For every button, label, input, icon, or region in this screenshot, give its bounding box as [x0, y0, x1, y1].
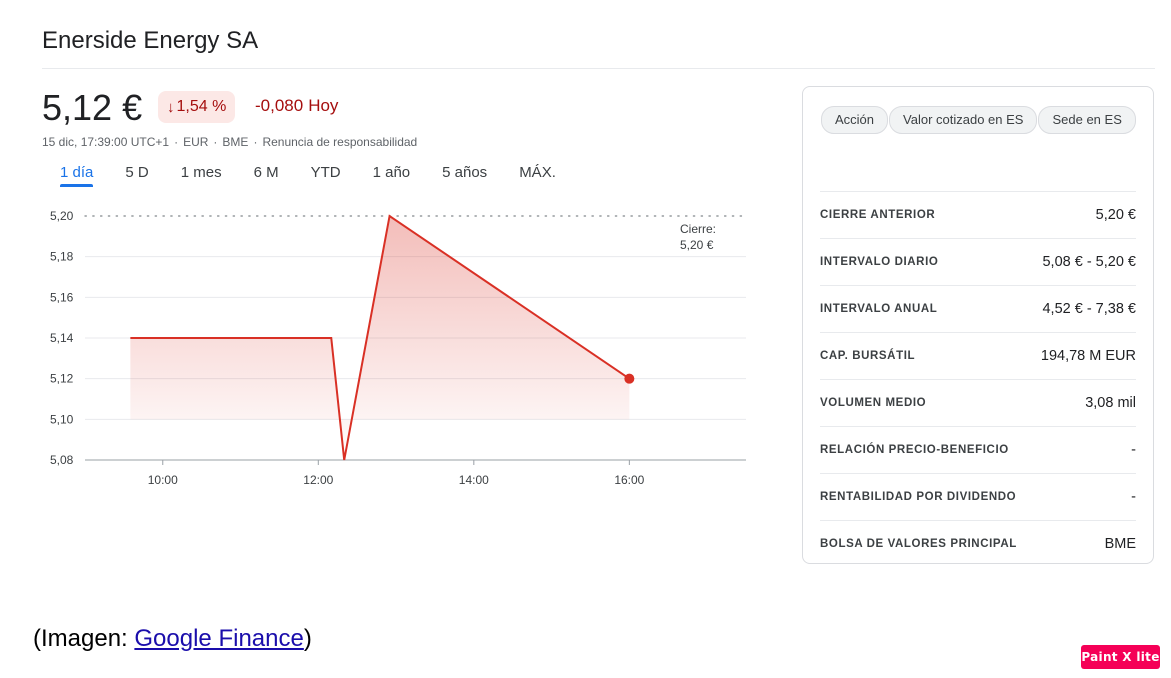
- stat-row: BOLSA DE VALORES PRINCIPAL BME: [820, 520, 1136, 567]
- stat-label: CAP. BURSÁTIL: [820, 350, 916, 362]
- category-chips: Acción Valor cotizado en ES Sede en ES: [821, 106, 1141, 144]
- x-tick-label: 10:00: [148, 473, 178, 487]
- disclaimer-link[interactable]: Renuncia de responsabilidad: [262, 135, 417, 149]
- stat-label: RENTABILIDAD POR DIVIDENDO: [820, 491, 1017, 503]
- stat-row: INTERVALO DIARIO 5,08 € - 5,20 €: [820, 238, 1136, 285]
- stat-label: RELACIÓN PRECIO-BENEFICIO: [820, 444, 1009, 456]
- y-tick-label: 5,18: [50, 250, 74, 264]
- range-tab[interactable]: MÁX.: [519, 162, 556, 187]
- stat-value: -: [1131, 489, 1136, 505]
- arrow-down-icon: ↓: [167, 98, 175, 116]
- stat-row: RELACIÓN PRECIO-BENEFICIO -: [820, 426, 1136, 473]
- stat-row: INTERVALO ANUAL 4,52 € - 7,38 €: [820, 285, 1136, 332]
- quote-timestamp: 15 dic, 17:39:00 UTC+1: [42, 135, 170, 149]
- stat-row: VOLUMEN MEDIO 3,08 mil: [820, 379, 1136, 426]
- range-tab[interactable]: 5 años: [442, 162, 487, 187]
- range-tab[interactable]: 5 D: [125, 162, 148, 187]
- change-value: -0,080: [255, 96, 304, 115]
- x-tick-label: 12:00: [303, 473, 333, 487]
- range-tab[interactable]: 1 mes: [181, 162, 222, 187]
- previous-close-label: Cierre:: [680, 222, 716, 236]
- stat-row: RENTABILIDAD POR DIVIDENDO -: [820, 473, 1136, 520]
- y-tick-label: 5,14: [50, 331, 74, 345]
- stat-value: 5,20 €: [1095, 207, 1136, 223]
- category-chip[interactable]: Sede en ES: [1038, 106, 1136, 134]
- category-chip[interactable]: Acción: [821, 106, 889, 134]
- y-tick-label: 5,20: [50, 209, 74, 223]
- price-chart: 5,20 5,18 5,16 5,14 5,12 5,10 5,08 Cierre: 5,20 …: [50, 209, 747, 487]
- stat-label: BOLSA DE VALORES PRINCIPAL: [820, 538, 1017, 550]
- y-tick-label: 5,10: [50, 412, 74, 426]
- range-tab[interactable]: 1 año: [373, 162, 411, 187]
- stat-row: CIERRE ANTERIOR 5,20 €: [820, 191, 1136, 238]
- stat-label: INTERVALO ANUAL: [820, 303, 938, 315]
- category-chip[interactable]: Valor cotizado en ES: [889, 106, 1038, 134]
- stat-value: 4,52 € - 7,38 €: [1042, 301, 1136, 317]
- image-caption: (Imagen: Google Finance): [33, 625, 312, 652]
- change-percent: 1,54 %: [176, 98, 227, 115]
- stat-label: INTERVALO DIARIO: [820, 256, 939, 268]
- source-link[interactable]: Google Finance: [134, 625, 303, 652]
- quote-exchange: BME: [222, 135, 249, 149]
- stat-value: BME: [1104, 536, 1136, 552]
- stat-label: CIERRE ANTERIOR: [820, 209, 936, 221]
- stat-value: 5,08 € - 5,20 €: [1042, 254, 1136, 270]
- stats-table: CIERRE ANTERIOR 5,20 € INTERVALO DIARIO 5,0…: [820, 191, 1136, 567]
- range-tab[interactable]: 1 día: [60, 162, 94, 187]
- title-divider: [42, 68, 1155, 69]
- y-tick-label: 5,12: [50, 372, 74, 386]
- change-percent-badge: ↓ 1,54 %: [158, 91, 236, 123]
- current-price: 5,12 €: [42, 87, 143, 128]
- quote-currency: EUR: [183, 135, 209, 149]
- stat-value: -: [1131, 442, 1136, 458]
- stat-value: 194,78 M EUR: [1040, 348, 1136, 364]
- quote-meta: 15 dic, 17:39:00 UTC+1 · EUR · BME · Renuncia …: [42, 135, 418, 149]
- change-absolute: -0,080 Hoy: [255, 96, 338, 116]
- stat-value: 3,08 mil: [1085, 395, 1136, 411]
- range-tab[interactable]: YTD: [311, 162, 341, 187]
- y-tick-label: 5,08: [50, 453, 74, 467]
- change-period: Hoy: [308, 96, 339, 115]
- previous-close-value: 5,20 €: [680, 238, 714, 252]
- watermark-logo: Paint X lite: [1081, 645, 1160, 669]
- y-tick-label: 5,16: [50, 290, 74, 304]
- x-tick-label: 14:00: [459, 473, 489, 487]
- range-tab[interactable]: 6 M: [254, 162, 279, 187]
- stats-panel: Acción Valor cotizado en ES Sede en ES CIE…: [802, 86, 1154, 564]
- stat-label: VOLUMEN MEDIO: [820, 397, 927, 409]
- last-price-point: [624, 373, 635, 384]
- x-tick-label: 16:00: [614, 473, 644, 487]
- stat-row: CAP. BURSÁTIL 194,78 M EUR: [820, 332, 1136, 379]
- company-title: Enerside Energy SA: [42, 27, 259, 54]
- range-tabs: 1 día 5 D 1 mes 6 M YTD 1 año 5 años MÁX.: [60, 162, 588, 187]
